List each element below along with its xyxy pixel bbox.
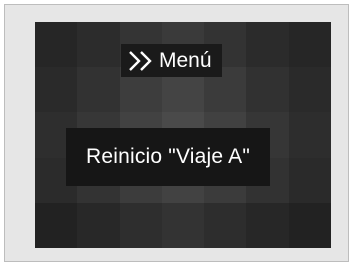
double-chevron-right-icon [127, 50, 157, 72]
menu-title: Menú [121, 44, 222, 77]
figure-frame: Menú Reinicio "Viaje A" [4, 4, 349, 262]
selected-menu-item-label: Reinicio "Viaje A" [85, 145, 251, 168]
menu-title-label: Menú [159, 48, 212, 72]
instrument-display: Menú Reinicio "Viaje A" [35, 22, 331, 248]
selected-menu-item: Reinicio "Viaje A" [66, 128, 270, 186]
